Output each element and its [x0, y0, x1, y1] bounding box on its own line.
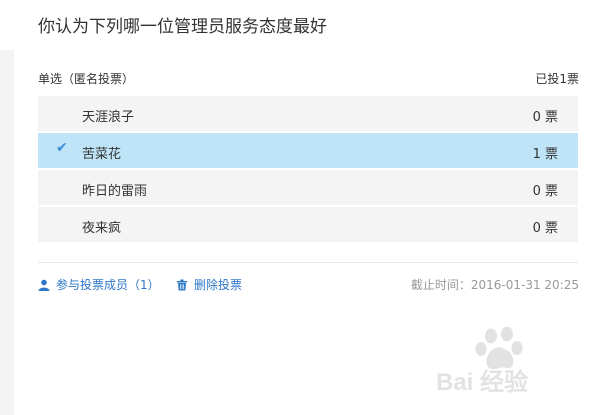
delete-poll-button[interactable]: 删除投票	[176, 276, 242, 293]
poll-option-label: 苦菜花	[82, 147, 122, 162]
poll-option-count: 0 票	[532, 110, 558, 125]
poll-option-count: 1 票	[532, 147, 558, 162]
poll-deadline: 截止时间：2016-01-31 20:25	[410, 278, 579, 292]
poll-mode-label: 单选（匿名投票）	[38, 72, 135, 86]
poll-members-link[interactable]: 参与投票成员（1）	[38, 276, 160, 293]
poll-option-label: 夜来疯	[82, 221, 122, 236]
footer-divider	[38, 262, 578, 263]
poll-members-label: 参与投票成员（1）	[56, 278, 160, 292]
poll-option-label: 昨日的雷雨	[82, 184, 148, 199]
voted-count-label: 已投1票	[535, 72, 579, 86]
poll-title: 你认为下列哪一位管理员服务态度最好	[38, 17, 327, 37]
watermark-text: Bai 经验	[436, 369, 529, 396]
poll-option-count: 0 票	[532, 221, 558, 236]
trash-icon	[177, 279, 187, 290]
poll-option-label: 天涯浪子	[82, 110, 135, 125]
poll-option[interactable]: ✔ 昨日的雷雨 0 票	[38, 170, 578, 205]
delete-poll-label: 删除投票	[194, 278, 243, 292]
poll-option[interactable]: ✔ 苦菜花 1 票	[38, 133, 578, 168]
baidu-watermark: Bai 经验	[436, 327, 571, 397]
left-sidebar-strip	[0, 0, 14, 415]
checkmark-icon: ✔	[56, 140, 68, 156]
poll-option-count: 0 票	[532, 184, 558, 199]
poll-option[interactable]: ✔ 夜来疯 0 票	[38, 207, 578, 242]
poll-option[interactable]: ✔ 天涯浪子 0 票	[38, 96, 578, 131]
user-icon	[38, 279, 50, 291]
poll-options-list: ✔ 天涯浪子 0 票 ✔ 苦菜花 1 票 ✔ 昨日的雷雨 0 票 ✔ 夜来疯 0…	[38, 96, 578, 244]
